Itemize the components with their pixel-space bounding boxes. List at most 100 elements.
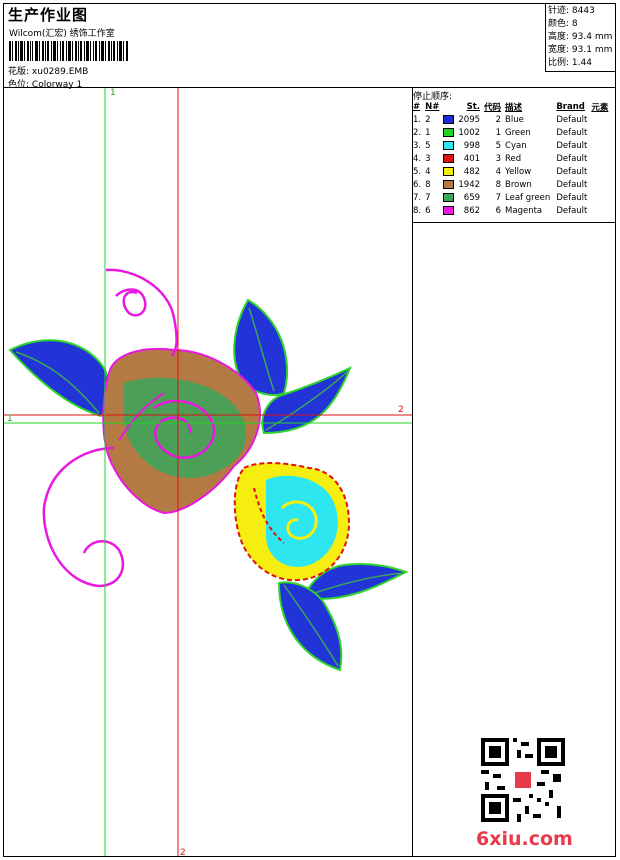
row-desc: Brown: [505, 179, 532, 190]
axis-label-v-end: 2: [180, 848, 186, 858]
table-row: 7. 7 659 7 Leaf green Default: [411, 191, 610, 204]
design-file-value: xu0289.EMB: [31, 67, 89, 77]
col-brand: Brand: [556, 101, 585, 112]
col-index: #: [413, 101, 421, 112]
header: 生产作业图 Wilcom(汇宏) 绣饰工作室 花版: xu0289.EMB 色位…: [4, 4, 544, 90]
table-row: 5. 4 482 4 Yellow Default: [411, 165, 610, 178]
stat-width: 宽度: 93.1 mm: [548, 45, 613, 55]
header-divider: [545, 4, 546, 71]
color-swatch: [443, 127, 455, 137]
row-stitches: 2095: [458, 114, 481, 125]
row-code: 1: [495, 127, 502, 138]
row-needle: 5: [425, 140, 431, 151]
row-desc: Leaf green: [505, 192, 551, 203]
design-file-label: 花版:: [8, 67, 30, 77]
row-element: [589, 204, 610, 217]
row-needle: 7: [425, 192, 431, 203]
watermark-logo: 6xiu.com: [476, 828, 573, 850]
table-row: 4. 3 401 3 Red Default: [411, 152, 610, 165]
stat-scale: 比例: 1.44: [548, 58, 592, 68]
stat-stitches: 针迹: 8443: [548, 6, 595, 16]
embroidery-design: [4, 88, 412, 856]
row-swatch: [441, 204, 456, 217]
col-code: 代码: [484, 102, 502, 113]
color-swatch: [443, 140, 455, 150]
row-code: 6: [495, 205, 502, 216]
row-stitches: 862: [463, 205, 481, 216]
table-bottom-rule: [412, 222, 615, 223]
row-element: [589, 165, 610, 178]
color-swatch: [443, 205, 455, 215]
row-swatch: [441, 126, 456, 139]
row-index: 7.: [413, 192, 422, 203]
row-code: 8: [495, 179, 502, 190]
col-desc: 描述: [505, 102, 523, 113]
row-stitches: 482: [463, 166, 481, 177]
stat-colors: 颜色: 8: [548, 19, 578, 29]
row-code: 7: [495, 192, 502, 203]
row-stitches: 998: [463, 140, 481, 151]
row-swatch: [441, 139, 456, 152]
table-row: 3. 5 998 5 Cyan Default: [411, 139, 610, 152]
row-brand: Default: [556, 179, 588, 190]
stats-panel: 针迹: 8443 颜色: 8 高度: 93.4 mm 宽度: 93.1 mm 比…: [548, 5, 612, 70]
axis-label-v-start: 1: [110, 88, 116, 98]
table-row: 1. 2 2095 2 Blue Default: [411, 113, 610, 126]
row-brand: Default: [556, 153, 588, 164]
row-desc: Magenta: [505, 205, 543, 216]
row-code: 5: [495, 140, 502, 151]
row-desc: Green: [505, 127, 531, 138]
row-index: 6.: [413, 179, 422, 190]
page-title: 生产作业图: [8, 6, 89, 24]
row-brand: Default: [556, 114, 588, 125]
row-code: 4: [495, 166, 502, 177]
stat-height: 高度: 93.4 mm: [548, 32, 613, 42]
leaf-left: [8, 339, 111, 418]
row-swatch: [441, 113, 456, 126]
row-code: 2: [495, 114, 502, 125]
row-stitches: 1942: [458, 179, 481, 190]
qr-code: [481, 738, 565, 822]
row-desc: Red: [505, 153, 522, 164]
row-stitches: 401: [463, 153, 481, 164]
table-header-row: # N# St. 代码 描述 Brand 元素: [411, 100, 610, 113]
color-swatch: [443, 114, 455, 124]
row-element: [589, 178, 610, 191]
axis-label-h-end: 2: [398, 405, 404, 415]
row-element: [589, 191, 610, 204]
rose-yellow: [233, 462, 351, 582]
table-row: 2. 1 1002 1 Green Default: [411, 126, 610, 139]
col-needle: N#: [425, 101, 440, 112]
row-needle: 6: [425, 205, 431, 216]
table-row: 6. 8 1942 8 Brown Default: [411, 178, 610, 191]
design-file-line: 花版: xu0289.EMB: [8, 64, 88, 77]
row-swatch: [441, 191, 456, 204]
row-needle: 2: [425, 114, 431, 125]
row-brand: Default: [556, 127, 588, 138]
axis-label-h-start: 1: [7, 414, 13, 424]
row-brand: Default: [556, 140, 588, 151]
row-index: 1.: [413, 114, 422, 125]
row-brand: Default: [556, 166, 588, 177]
company-name: Wilcom(汇宏) 绣饰工作室: [9, 29, 115, 39]
row-stitches: 659: [463, 192, 481, 203]
row-index: 4.: [413, 153, 422, 164]
col-element: 元素: [591, 102, 609, 113]
row-stitches: 1002: [458, 127, 481, 138]
row-swatch: [441, 152, 456, 165]
row-swatch: [441, 178, 456, 191]
stats-bottom-rule: [545, 71, 615, 72]
row-brand: Default: [556, 192, 588, 203]
row-index: 5.: [413, 166, 422, 177]
row-element: [589, 113, 610, 126]
color-swatch: [443, 166, 455, 176]
row-brand: Default: [556, 205, 588, 216]
row-element: [589, 126, 610, 139]
row-index: 3.: [413, 140, 422, 151]
barcode: [9, 41, 128, 61]
row-element: [589, 152, 610, 165]
row-code: 3: [495, 153, 502, 164]
row-needle: 4: [425, 166, 431, 177]
col-stitches: St.: [466, 101, 481, 112]
row-desc: Cyan: [505, 140, 527, 151]
